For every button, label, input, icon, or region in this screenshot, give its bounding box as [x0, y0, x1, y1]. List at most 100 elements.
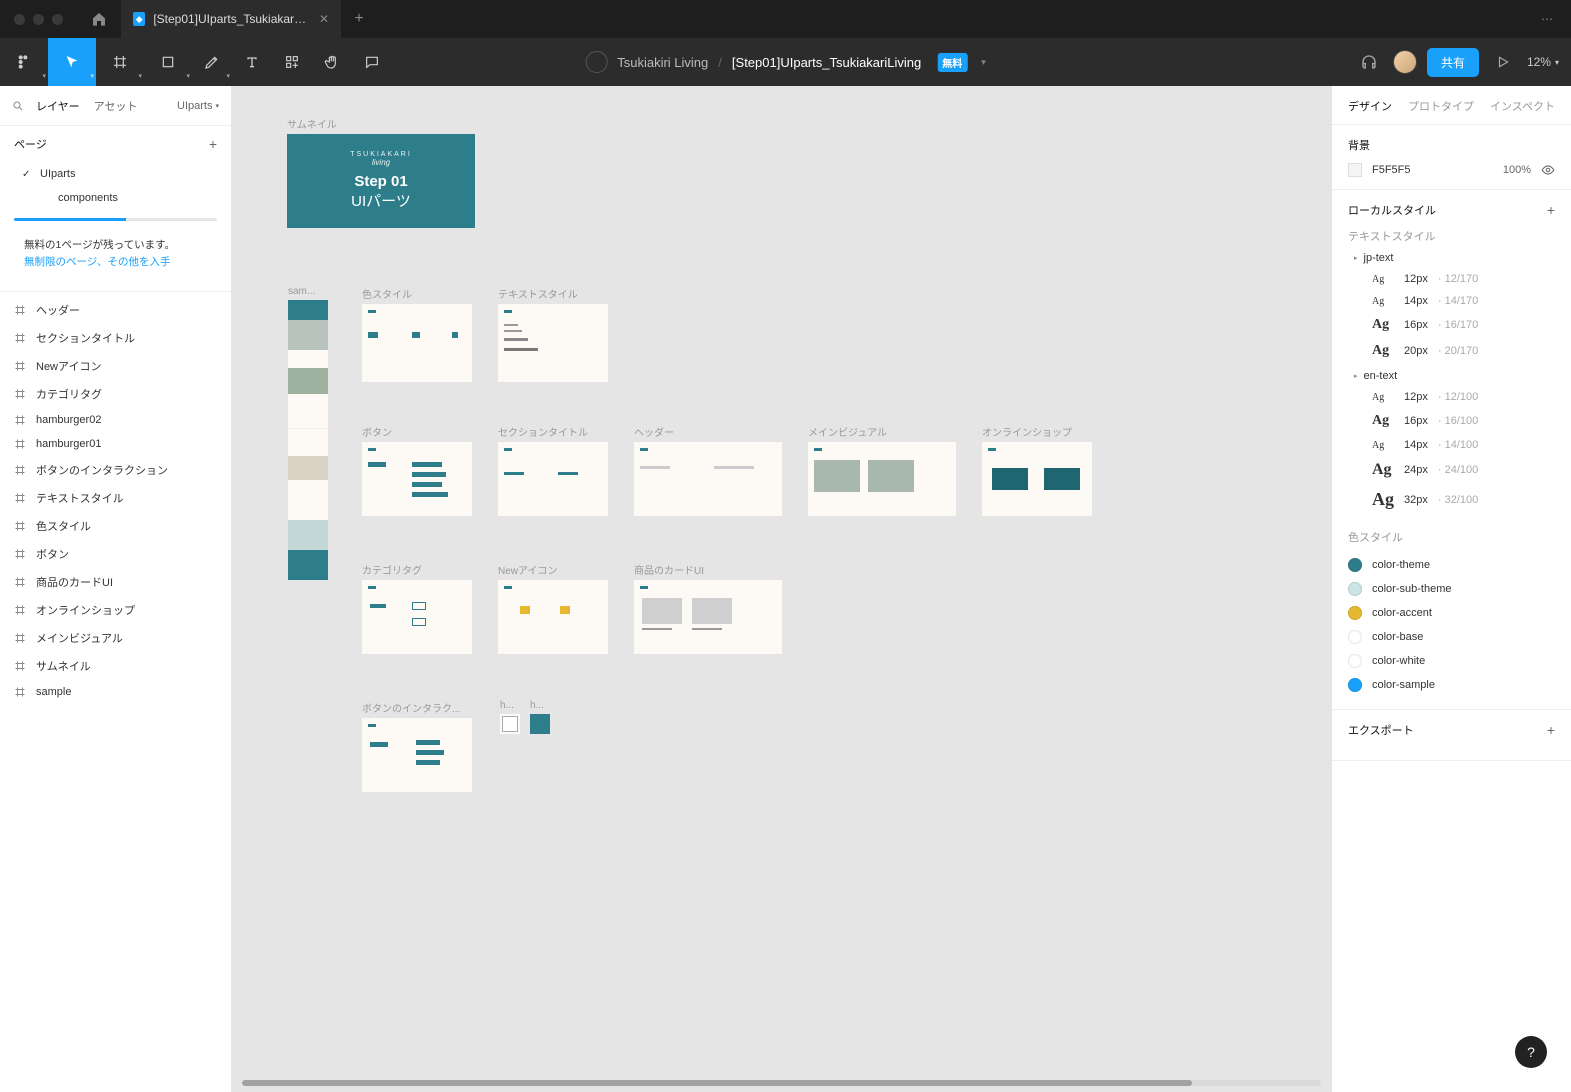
canvas-frame[interactable]: 商品のカードUI	[634, 562, 782, 654]
layer-item[interactable]: 色スタイル	[0, 512, 231, 540]
zoom-value: 12%	[1527, 55, 1551, 69]
text-style-item[interactable]: Ag12px· 12/100	[1354, 386, 1555, 408]
canvas-frame[interactable]: ボタンのインタラク...	[362, 700, 472, 792]
add-page-button[interactable]: +	[209, 136, 217, 152]
layer-item[interactable]: カテゴリタグ	[0, 380, 231, 408]
color-style-item[interactable]: color-theme	[1348, 553, 1555, 577]
prototype-tab[interactable]: プロトタイプ	[1408, 98, 1474, 114]
headphones-icon[interactable]	[1355, 48, 1383, 76]
help-button[interactable]: ?	[1515, 1036, 1547, 1068]
breadcrumb-separator: /	[718, 55, 722, 70]
close-tab-icon[interactable]: ✕	[319, 12, 329, 26]
panel-tabs: レイヤー アセット	[36, 98, 165, 114]
bg-opacity-value[interactable]: 100%	[1503, 164, 1531, 176]
page-item[interactable]: components	[0, 186, 231, 210]
figma-file-icon: ◆	[133, 12, 145, 26]
chevron-down-icon: ▾	[215, 102, 219, 110]
menu-button[interactable]: ▾	[0, 38, 48, 86]
text-style-group[interactable]: ▸jp-text	[1354, 252, 1555, 264]
assets-tab[interactable]: アセット	[94, 98, 138, 114]
text-style-item[interactable]: Ag16px· 16/170	[1354, 312, 1555, 338]
layer-item[interactable]: ヘッダー	[0, 296, 231, 324]
layer-item[interactable]: Newアイコン	[0, 352, 231, 380]
layer-item[interactable]: ボタンのインタラクション	[0, 456, 231, 484]
color-style-item[interactable]: color-sub-theme	[1348, 577, 1555, 601]
share-button[interactable]: 共有	[1427, 48, 1479, 77]
canvas-frame[interactable]: テキストスタイル	[498, 286, 608, 382]
resources-tool[interactable]	[272, 38, 312, 86]
layer-item[interactable]: hamburger02	[0, 408, 231, 432]
layer-item[interactable]: 商品のカードUI	[0, 568, 231, 596]
breadcrumb-file[interactable]: [Step01]UIparts_TsukiakariLiving	[732, 55, 921, 70]
comment-tool[interactable]	[352, 38, 392, 86]
canvas[interactable]: サムネイル TSUKIAKARI living Step 01 UIパーツ sa…	[232, 86, 1331, 1092]
layer-item[interactable]: テキストスタイル	[0, 484, 231, 512]
text-style-group[interactable]: ▸en-text	[1354, 370, 1555, 382]
add-style-button[interactable]: +	[1547, 202, 1555, 218]
frame-tool[interactable]: ▾	[96, 38, 144, 86]
canvas-frame[interactable]: オンラインショップ	[982, 424, 1092, 516]
traffic-close[interactable]	[14, 14, 25, 25]
upgrade-link[interactable]: 無制限のページ、その他を入手	[24, 256, 170, 268]
pen-tool[interactable]: ▾	[192, 38, 232, 86]
color-style-item[interactable]: color-white	[1348, 649, 1555, 673]
color-style-item[interactable]: color-sample	[1348, 673, 1555, 697]
canvas-frame[interactable]: セクションタイトル	[498, 424, 608, 516]
traffic-max[interactable]	[52, 14, 63, 25]
traffic-min[interactable]	[33, 14, 44, 25]
canvas-frame[interactable]: h...	[500, 700, 520, 734]
chevron-down-icon: ▾	[1555, 58, 1559, 67]
canvas-frame[interactable]: 色スタイル	[362, 286, 472, 382]
layer-item[interactable]: サムネイル	[0, 652, 231, 680]
hand-tool[interactable]	[312, 38, 352, 86]
text-style-item[interactable]: Ag32px· 32/100	[1354, 484, 1555, 515]
file-tab[interactable]: ◆ [Step01]UIparts_TsukiakariLiving ✕	[121, 0, 341, 38]
canvas-frame[interactable]: メインビジュアル	[808, 424, 956, 516]
add-export-button[interactable]: +	[1547, 722, 1555, 738]
breadcrumb-menu-chevron[interactable]: ▾	[981, 57, 986, 68]
frame-thumbnail[interactable]: サムネイル TSUKIAKARI living Step 01 UIパーツ	[287, 116, 475, 228]
text-style-item[interactable]: Ag14px· 14/100	[1354, 434, 1555, 456]
layer-item[interactable]: セクションタイトル	[0, 324, 231, 352]
new-tab-button[interactable]: +	[341, 10, 377, 28]
color-style-item[interactable]: color-base	[1348, 625, 1555, 649]
text-style-item[interactable]: Ag20px· 20/170	[1354, 338, 1555, 364]
text-style-item[interactable]: Ag14px· 14/170	[1354, 290, 1555, 312]
design-tab[interactable]: デザイン	[1348, 98, 1392, 114]
horizontal-scrollbar[interactable]	[242, 1080, 1321, 1086]
home-button[interactable]	[77, 0, 121, 38]
background-row[interactable]: F5F5F5 100%	[1348, 163, 1555, 177]
canvas-frame[interactable]: カテゴリタグ	[362, 562, 472, 654]
text-style-item[interactable]: Ag12px· 12/170	[1354, 268, 1555, 290]
canvas-frame[interactable]: h...	[530, 700, 550, 734]
page-selector[interactable]: UIparts ▾	[177, 100, 219, 112]
canvas-frame[interactable]: ヘッダー	[634, 424, 782, 516]
layer-item[interactable]: ボタン	[0, 540, 231, 568]
team-avatar[interactable]	[585, 51, 607, 73]
canvas-frame[interactable]: Newアイコン	[498, 562, 608, 654]
text-style-item[interactable]: Ag16px· 16/100	[1354, 408, 1555, 434]
layer-item[interactable]: メインビジュアル	[0, 624, 231, 652]
inspect-tab[interactable]: インスペクト	[1490, 98, 1555, 114]
move-tool[interactable]: ▾	[48, 38, 96, 86]
color-swatch[interactable]	[1348, 163, 1362, 177]
titlebar-overflow-menu[interactable]: ⋯	[1525, 12, 1571, 26]
shape-tool[interactable]: ▾	[144, 38, 192, 86]
page-item[interactable]: ✓UIparts	[0, 162, 231, 186]
text-style-item[interactable]: Ag24px· 24/100	[1354, 456, 1555, 484]
user-avatar[interactable]	[1393, 50, 1417, 74]
canvas-frame[interactable]: sam...	[288, 286, 328, 580]
bg-hex-value[interactable]: F5F5F5	[1372, 164, 1493, 176]
text-tool[interactable]	[232, 38, 272, 86]
layers-tab[interactable]: レイヤー	[36, 98, 80, 114]
present-button[interactable]	[1489, 48, 1517, 76]
canvas-frame[interactable]: ボタン	[362, 424, 472, 516]
search-icon[interactable]	[12, 100, 24, 112]
zoom-menu[interactable]: 12% ▾	[1527, 55, 1559, 69]
layer-item[interactable]: hamburger01	[0, 432, 231, 456]
layer-item[interactable]: sample	[0, 680, 231, 704]
breadcrumb-team[interactable]: Tsukiakiri Living	[617, 55, 708, 70]
layer-item[interactable]: オンラインショップ	[0, 596, 231, 624]
visibility-toggle[interactable]	[1541, 163, 1555, 177]
color-style-item[interactable]: color-accent	[1348, 601, 1555, 625]
